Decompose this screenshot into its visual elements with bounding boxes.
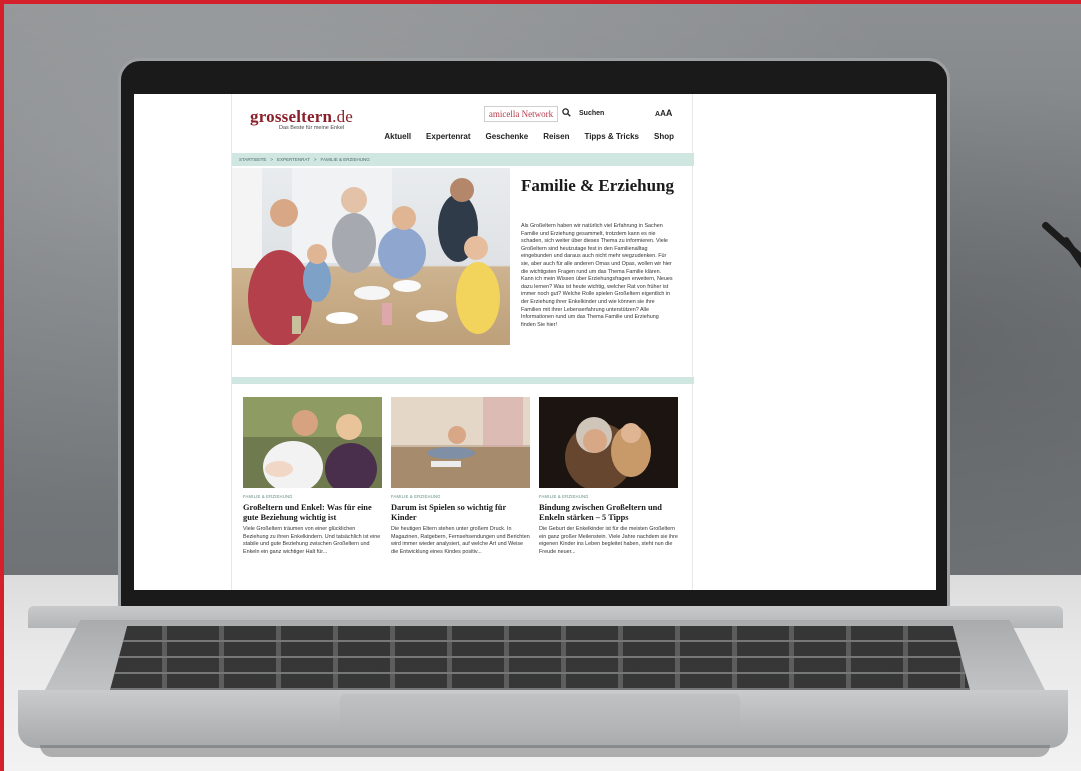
nav-item-aktuell[interactable]: Aktuell: [384, 132, 411, 141]
main-nav: Aktuell Expertenrat Geschenke Reisen Tip…: [384, 132, 674, 141]
logo-tld: .de: [332, 107, 354, 126]
article-title[interactable]: Großeltern und Enkel: Was für eine gute …: [243, 503, 382, 522]
article-title[interactable]: Bindung zwischen Großeltern und Enkeln s…: [539, 503, 678, 522]
web-page: grosseltern.de Das Beste für meine Enkel…: [231, 94, 694, 590]
section-divider: [232, 377, 694, 384]
search-icon[interactable]: [562, 108, 571, 117]
breadcrumb-home[interactable]: STARTSEITE: [239, 157, 266, 162]
article-image[interactable]: [539, 397, 678, 488]
article-card[interactable]: FAMILIE & ERZIEHUNG Bindung zwischen Gro…: [539, 397, 678, 557]
hero-image: [232, 168, 510, 345]
article-image[interactable]: [391, 397, 530, 488]
site-logo[interactable]: grosseltern.de: [250, 107, 353, 127]
network-badge[interactable]: amicella Network: [484, 106, 558, 122]
breadcrumb-current: FAMILIE & ERZIEHUNG: [320, 157, 370, 162]
site-tagline: Das Beste für meine Enkel: [279, 125, 345, 131]
nav-item-reisen[interactable]: Reisen: [543, 132, 569, 141]
article-title[interactable]: Darum ist Spielen so wichtig für Kinder: [391, 503, 530, 522]
nav-item-shop[interactable]: Shop: [654, 132, 674, 141]
article-excerpt: Die heutigen Eltern stehen unter großem …: [391, 526, 530, 555]
nav-item-expertenrat[interactable]: Expertenrat: [426, 132, 470, 141]
laptop-screen: grosseltern.de Das Beste für meine Enkel…: [134, 94, 936, 590]
font-size-controls: AAA: [655, 108, 672, 118]
article-excerpt: Viele Großeltern träumen von einer glück…: [243, 526, 381, 555]
article-category: FAMILIE & ERZIEHUNG: [391, 494, 441, 499]
search-link[interactable]: Suchen: [579, 110, 604, 117]
breadcrumb-expertenrat[interactable]: EXPERTENRAT: [277, 157, 310, 162]
logo-main: grosseltern: [250, 107, 333, 126]
trackpad: [340, 694, 740, 734]
laptop-shadow: [40, 745, 1050, 757]
site-header: grosseltern.de Das Beste für meine Enkel…: [232, 94, 692, 151]
font-size-large[interactable]: A: [666, 108, 673, 118]
breadcrumb-separator: >: [270, 157, 273, 162]
keyboard-rows: [110, 626, 970, 690]
article-category: FAMILIE & ERZIEHUNG: [243, 494, 293, 499]
nav-item-geschenke[interactable]: Geschenke: [486, 132, 529, 141]
breadcrumb: STARTSEITE > EXPERTENRAT > FAMILIE & ERZ…: [232, 153, 694, 166]
article-image[interactable]: [243, 397, 382, 488]
article-category: FAMILIE & ERZIEHUNG: [539, 494, 589, 499]
nav-item-tipps-tricks[interactable]: Tipps & Tricks: [584, 132, 639, 141]
breadcrumb-separator: >: [313, 157, 317, 162]
family-dinner-illustration: [232, 168, 500, 345]
article-card[interactable]: FAMILIE & ERZIEHUNG Großeltern und Enkel…: [243, 397, 382, 557]
page-title: Familie & Erziehung: [521, 176, 674, 195]
hero-description: Als Großeltern haben wir natürlich viel …: [521, 223, 673, 328]
article-excerpt: Die Geburt der Enkelkinder ist für die m…: [539, 526, 678, 555]
article-card[interactable]: FAMILIE & ERZIEHUNG Darum ist Spielen so…: [391, 397, 530, 557]
